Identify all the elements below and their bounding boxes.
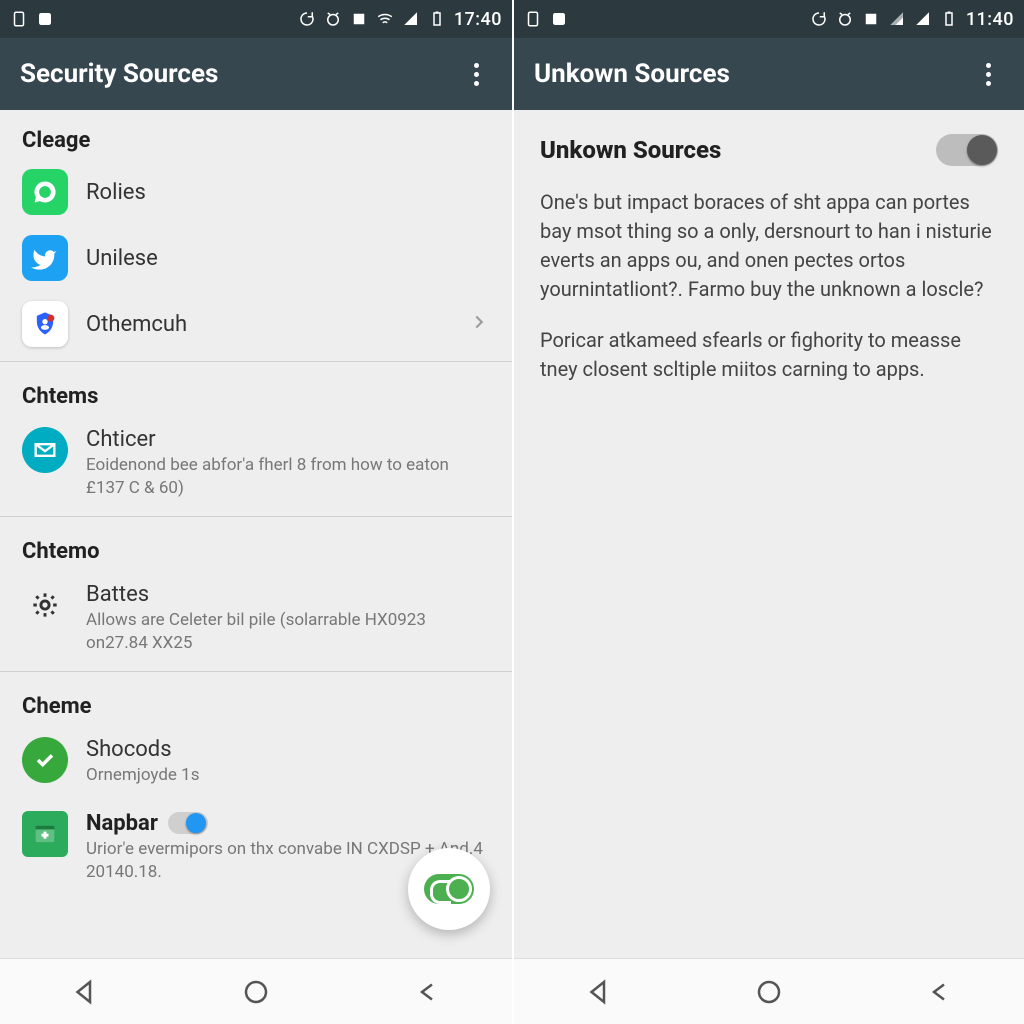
divider <box>0 516 512 517</box>
notification-icon <box>550 10 568 28</box>
overflow-menu-button[interactable] <box>460 58 492 90</box>
alarm-icon <box>836 10 854 28</box>
signal-icon <box>402 10 420 28</box>
detail-content: Unkown Sources One's but impact boraces … <box>514 110 1024 958</box>
setting-description-1: One's but impact boraces of sht appa can… <box>540 188 998 304</box>
battery-icon <box>428 10 446 28</box>
divider <box>0 671 512 672</box>
floating-toggle-button[interactable] <box>408 848 490 930</box>
app-bar: Security Sources <box>0 38 512 110</box>
signal-icon <box>914 10 932 28</box>
setting-title: Unkown Sources <box>540 136 721 164</box>
square-icon <box>862 10 880 28</box>
portrait-lock-icon <box>10 10 28 28</box>
nav-bar <box>514 958 1024 1024</box>
list-item-unilese[interactable]: Unilese <box>0 225 512 291</box>
nav-back-button[interactable] <box>65 972 105 1012</box>
square-icon <box>350 10 368 28</box>
alarm-icon <box>324 10 342 28</box>
twitter-icon <box>22 235 68 281</box>
nav-home-button[interactable] <box>236 972 276 1012</box>
list-item-battes[interactable]: Battes Allows are Celeter bil pile (sola… <box>0 570 512 667</box>
nav-back-button[interactable] <box>579 972 619 1012</box>
nav-bar <box>0 958 512 1024</box>
chevron-right-icon <box>468 311 490 337</box>
nav-recent-button[interactable] <box>407 972 447 1012</box>
divider <box>0 361 512 362</box>
screen-security-sources: 17:40 Security Sources Cleage Rolies Uni… <box>0 0 512 1024</box>
section-header: Cheme <box>0 676 512 725</box>
mini-toggle[interactable] <box>168 812 208 834</box>
list-item-sub: Eoidenond bee abfor'a fherl 8 from how t… <box>86 454 490 500</box>
toggle-on-icon <box>424 874 474 904</box>
refresh-icon <box>298 10 316 28</box>
list-item-label: Unilese <box>86 246 490 271</box>
status-bar: 11:40 <box>514 0 1024 38</box>
app-bar: Unkown Sources <box>514 38 1024 110</box>
list-item-label: Battes <box>86 582 490 607</box>
overflow-menu-button[interactable] <box>972 58 1004 90</box>
list-item-label: Chticer <box>86 427 490 452</box>
list-item-shocods[interactable]: Shocods Ornemjoyde 1s <box>0 725 512 799</box>
list-item-chticer[interactable]: Chticer Eoidenond bee abfor'a fherl 8 fr… <box>0 415 512 512</box>
check-icon <box>22 737 68 783</box>
section-header: Chtemo <box>0 521 512 570</box>
list-item-label: Napbar <box>86 811 158 836</box>
settings-list[interactable]: Cleage Rolies Unilese Othemcuh <box>0 110 512 958</box>
app-bar-title: Unkown Sources <box>534 59 730 89</box>
battery-icon <box>940 10 958 28</box>
shield-person-icon <box>22 301 68 347</box>
nav-home-button[interactable] <box>749 972 789 1012</box>
status-time: 17:40 <box>454 9 502 30</box>
nav-recent-button[interactable] <box>919 972 959 1012</box>
list-item-label: Othemcuh <box>86 312 450 337</box>
wifi-icon <box>888 10 906 28</box>
list-item-sub: Ornemjoyde 1s <box>86 764 490 787</box>
mail-icon <box>22 427 68 473</box>
list-item-label: Shocods <box>86 737 490 762</box>
unknown-sources-switch[interactable] <box>936 134 998 166</box>
list-item-rolies[interactable]: Rolies <box>0 159 512 225</box>
setting-description-2: Poricar atkameed sfearls or fighority to… <box>540 326 998 384</box>
refresh-icon <box>810 10 828 28</box>
app-bar-title: Security Sources <box>20 59 218 89</box>
status-bar: 17:40 <box>0 0 512 38</box>
wifi-icon <box>376 10 394 28</box>
status-time: 11:40 <box>966 9 1014 30</box>
list-item-othemcuh[interactable]: Othemcuh <box>0 291 512 357</box>
section-header: Cleage <box>0 110 512 159</box>
list-item-label: Rolies <box>86 180 490 205</box>
portrait-lock-icon <box>524 10 542 28</box>
whatsapp-icon <box>22 169 68 215</box>
gear-icon <box>22 582 68 628</box>
screen-unknown-sources: 11:40 Unkown Sources Unkown Sources One'… <box>512 0 1024 1024</box>
section-header: Chtems <box>0 366 512 415</box>
notification-icon <box>36 10 54 28</box>
list-item-sub: Allows are Celeter bil pile (solarrable … <box>86 609 490 655</box>
medkit-icon <box>22 811 68 857</box>
